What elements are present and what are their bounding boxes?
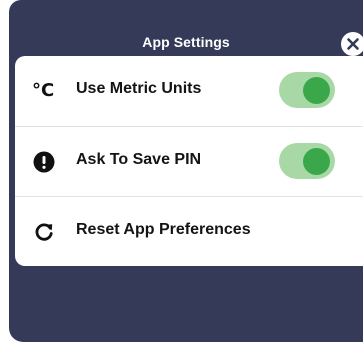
close-icon [347, 38, 359, 50]
celsius-icon: °C [32, 80, 55, 101]
setting-row-metric-units[interactable]: °C Use Metric Units [15, 56, 363, 126]
exclamation-circle-icon [32, 150, 58, 174]
setting-label-save-pin: Ask To Save PIN [76, 151, 202, 168]
setting-row-reset-preferences[interactable]: Reset App Preferences [15, 196, 363, 266]
close-button[interactable] [341, 32, 363, 56]
metric-units-toggle[interactable] [279, 72, 335, 108]
settings-card: °C Use Metric Units Ask To Save PIN Rese… [15, 56, 363, 266]
toggle-knob [303, 148, 330, 175]
modal-title: App Settings [142, 34, 230, 50]
setting-label-reset-preferences: Reset App Preferences [76, 221, 251, 238]
refresh-icon [32, 220, 58, 244]
save-pin-toggle[interactable] [279, 143, 335, 179]
modal-header: App Settings [9, 0, 363, 62]
setting-row-save-pin[interactable]: Ask To Save PIN [15, 126, 363, 197]
setting-label-metric-units: Use Metric Units [76, 80, 202, 97]
toggle-knob [303, 77, 330, 104]
